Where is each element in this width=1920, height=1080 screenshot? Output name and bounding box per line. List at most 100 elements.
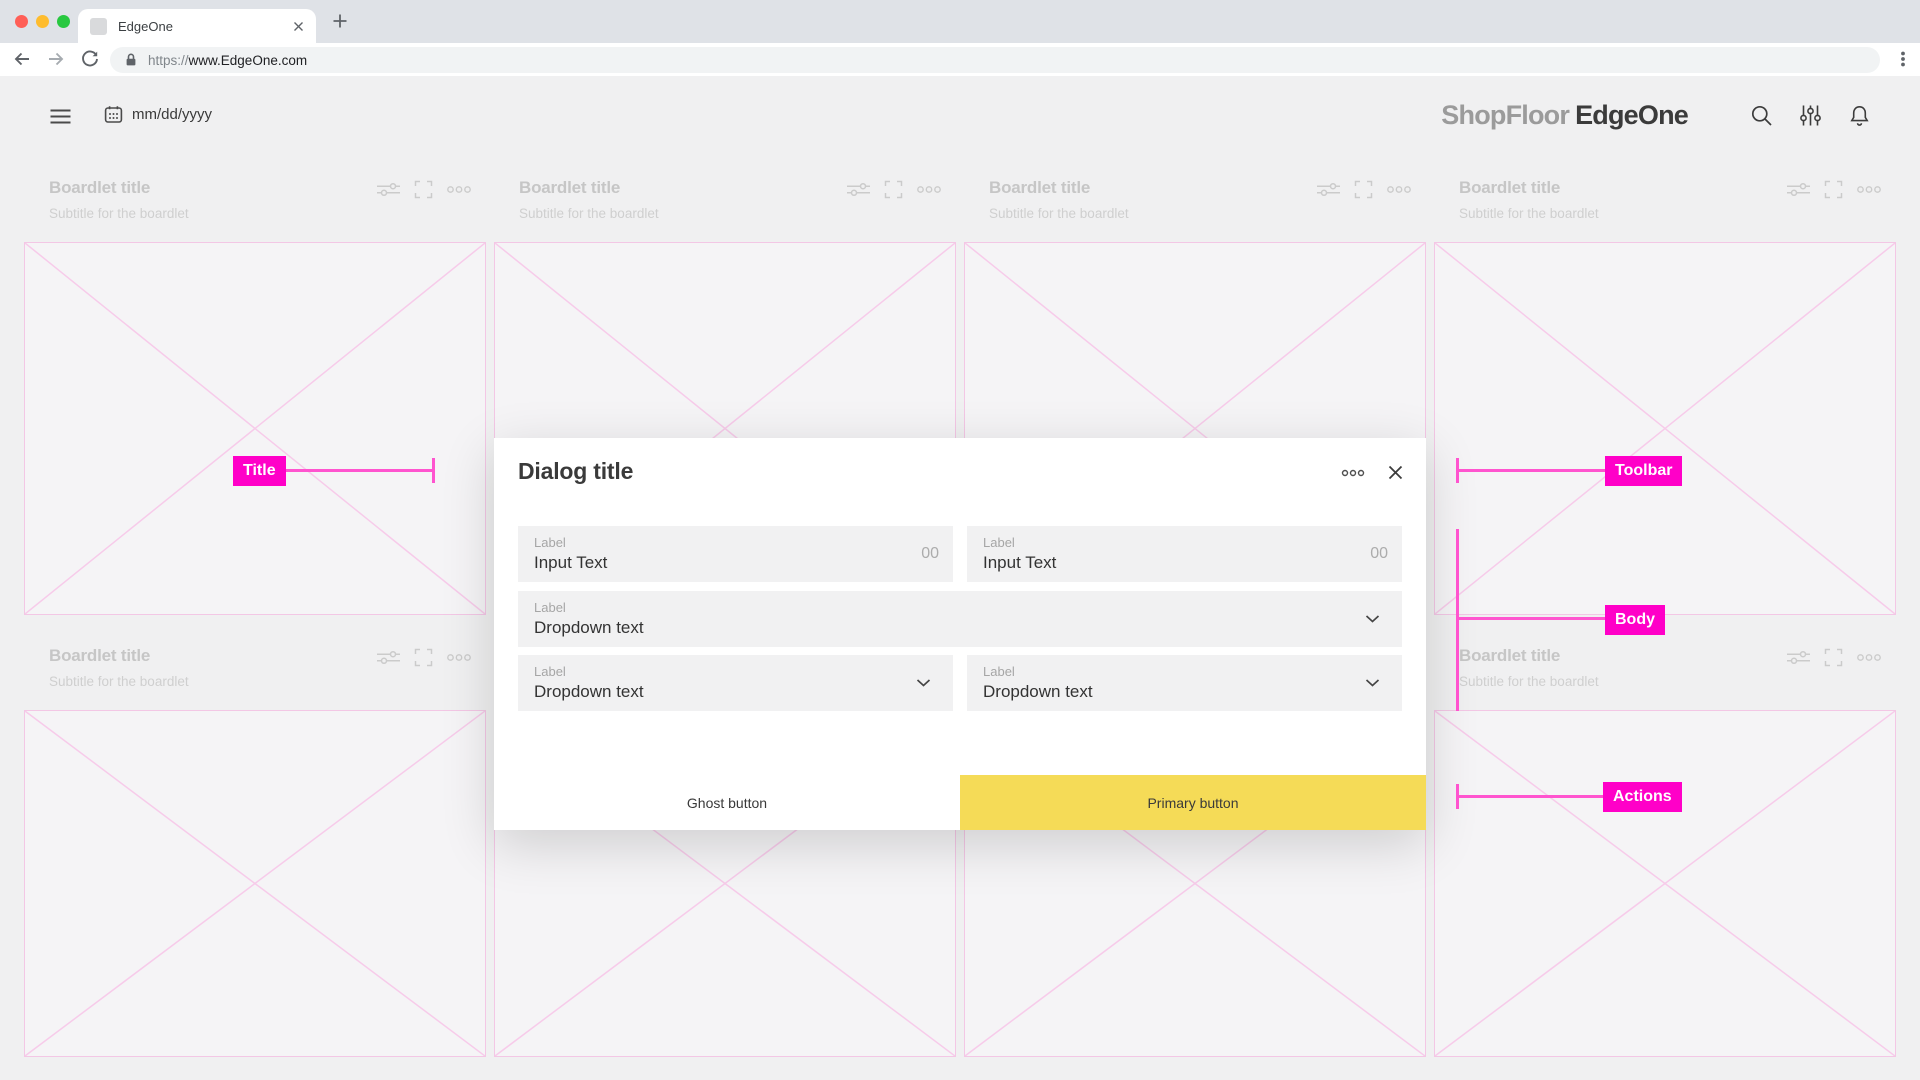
zoom-window-button[interactable] <box>57 15 70 28</box>
url-text: https://www.EdgeOne.com <box>148 53 307 68</box>
boardlet-subtitle: Subtitle for the boardlet <box>1459 206 1880 221</box>
more-options-icon[interactable] <box>446 185 472 194</box>
boardlet-subtitle: Subtitle for the boardlet <box>989 206 1410 221</box>
chevron-down-icon[interactable] <box>1365 679 1380 688</box>
lock-icon[interactable] <box>124 52 138 68</box>
expand-icon[interactable] <box>884 180 903 199</box>
field-suffix: 00 <box>921 545 939 563</box>
field-value: Input Text <box>983 553 1056 573</box>
more-options-icon[interactable] <box>1386 185 1412 194</box>
dropdown-field-right[interactable]: Label Dropdown text <box>967 655 1402 711</box>
field-value: Input Text <box>534 553 607 573</box>
boardlet-header: Boardlet title Subtitle for the boardlet <box>964 166 1426 242</box>
annotation-title-label: Title <box>233 456 286 486</box>
notifications-bell-icon[interactable] <box>1848 104 1871 127</box>
boardlet-header: Boardlet title Subtitle for the boardlet <box>1434 166 1896 242</box>
annotation-actions-label: Actions <box>1603 782 1682 812</box>
app-page: mm/dd/yyyy ShopFloorEdgeOne Boardlet tit… <box>0 76 1920 1080</box>
dialog-dropdown-row-split: Label Dropdown text Label Dropdown text <box>518 655 1402 711</box>
dialog-close-icon[interactable] <box>1387 464 1404 481</box>
dialog-actions: Ghost button Primary button <box>494 775 1426 830</box>
back-icon[interactable] <box>12 49 32 69</box>
menu-hamburger-icon[interactable] <box>50 109 71 124</box>
more-options-icon[interactable] <box>1856 653 1882 662</box>
boardlet-header: Boardlet title Subtitle for the boardlet <box>1434 634 1896 710</box>
header-right-zone: ShopFloorEdgeOne <box>1441 100 1871 131</box>
search-icon[interactable] <box>1750 104 1773 127</box>
date-placeholder: mm/dd/yyyy <box>132 106 212 123</box>
more-options-icon[interactable] <box>446 653 472 662</box>
filter-sliders-icon[interactable] <box>1316 182 1341 197</box>
browser-tab[interactable]: EdgeOne <box>78 9 316 43</box>
annotation-body-line <box>1459 617 1607 620</box>
brand-logo: ShopFloorEdgeOne <box>1441 100 1688 131</box>
field-label: Label <box>983 664 1015 679</box>
annotation-toolbar-label: Toolbar <box>1605 456 1682 486</box>
input-field-1[interactable]: Label Input Text 00 <box>518 526 953 582</box>
expand-icon[interactable] <box>1354 180 1373 199</box>
annotation-body-bracket <box>1456 529 1459 711</box>
field-label: Label <box>983 535 1015 550</box>
browser-menu-icon[interactable] <box>1894 49 1912 69</box>
more-options-icon[interactable] <box>916 185 942 194</box>
url-scheme: https:// <box>148 53 189 68</box>
browser-toolbar: https://www.EdgeOne.com <box>0 43 1920 76</box>
dropdown-field-full[interactable]: Label Dropdown text <box>518 591 1402 647</box>
dialog-title: Dialog title <box>518 458 633 485</box>
dialog-dropdown-row-full: Label Dropdown text <box>518 591 1402 647</box>
expand-icon[interactable] <box>414 180 433 199</box>
boardlet-placeholder <box>1434 710 1896 1057</box>
boardlet-placeholder <box>24 710 486 1057</box>
primary-button[interactable]: Primary button <box>960 775 1426 830</box>
chevron-down-icon[interactable] <box>916 679 931 688</box>
reload-icon[interactable] <box>80 49 100 69</box>
more-options-icon[interactable] <box>1856 185 1882 194</box>
calendar-icon <box>104 105 123 124</box>
annotation-title-line <box>286 469 433 472</box>
close-window-button[interactable] <box>15 15 28 28</box>
settings-sliders-icon[interactable] <box>1799 104 1822 127</box>
dialog: Dialog title Label Input Text 00 Label I… <box>494 438 1426 830</box>
dropdown-field-left[interactable]: Label Dropdown text <box>518 655 953 711</box>
annotation-toolbar-tick <box>1456 458 1459 483</box>
window-controls <box>15 15 70 28</box>
address-bar[interactable]: https://www.EdgeOne.com <box>110 47 1880 73</box>
boardlet-toolbar <box>846 180 942 199</box>
annotation-body-label: Body <box>1605 605 1665 635</box>
annotation-toolbar-line <box>1459 469 1607 472</box>
filter-sliders-icon[interactable] <box>376 182 401 197</box>
brand-prefix: ShopFloor <box>1441 100 1569 130</box>
new-tab-button[interactable] <box>332 13 348 29</box>
boardlet-toolbar <box>1786 180 1882 199</box>
annotation-actions-tick <box>1456 784 1459 809</box>
boardlet-header: Boardlet title Subtitle for the boardlet <box>494 166 956 242</box>
date-picker[interactable]: mm/dd/yyyy <box>104 105 212 124</box>
browser-tabstrip: EdgeOne <box>0 0 1920 43</box>
boardlet-header: Boardlet title Subtitle for the boardlet <box>24 634 486 710</box>
expand-icon[interactable] <box>414 648 433 667</box>
boardlet-toolbar <box>1786 648 1882 667</box>
field-value: Dropdown text <box>534 682 644 702</box>
ghost-button[interactable]: Ghost button <box>494 775 960 830</box>
chevron-down-icon[interactable] <box>1365 615 1380 624</box>
boardlet-card: Boardlet title Subtitle for the boardlet <box>24 634 486 1057</box>
boardlet-subtitle: Subtitle for the boardlet <box>1459 674 1880 689</box>
dialog-input-row: Label Input Text 00 Label Input Text 00 <box>518 526 1402 582</box>
brand-suffix: EdgeOne <box>1575 100 1688 130</box>
boardlet-placeholder <box>1434 242 1896 615</box>
expand-icon[interactable] <box>1824 180 1843 199</box>
browser-window: EdgeOne https://www.EdgeOne.com <box>0 0 1920 1080</box>
filter-sliders-icon[interactable] <box>1786 182 1811 197</box>
annotation-title-tick <box>432 458 435 483</box>
filter-sliders-icon[interactable] <box>376 650 401 665</box>
dialog-more-options-icon[interactable] <box>1341 469 1365 477</box>
filter-sliders-icon[interactable] <box>1786 650 1811 665</box>
minimize-window-button[interactable] <box>36 15 49 28</box>
expand-icon[interactable] <box>1824 648 1843 667</box>
dialog-toolbar <box>1341 464 1404 481</box>
input-field-2[interactable]: Label Input Text 00 <box>967 526 1402 582</box>
tab-close-icon[interactable] <box>293 21 304 32</box>
forward-icon[interactable] <box>46 49 66 69</box>
filter-sliders-icon[interactable] <box>846 182 871 197</box>
field-suffix: 00 <box>1370 545 1388 563</box>
